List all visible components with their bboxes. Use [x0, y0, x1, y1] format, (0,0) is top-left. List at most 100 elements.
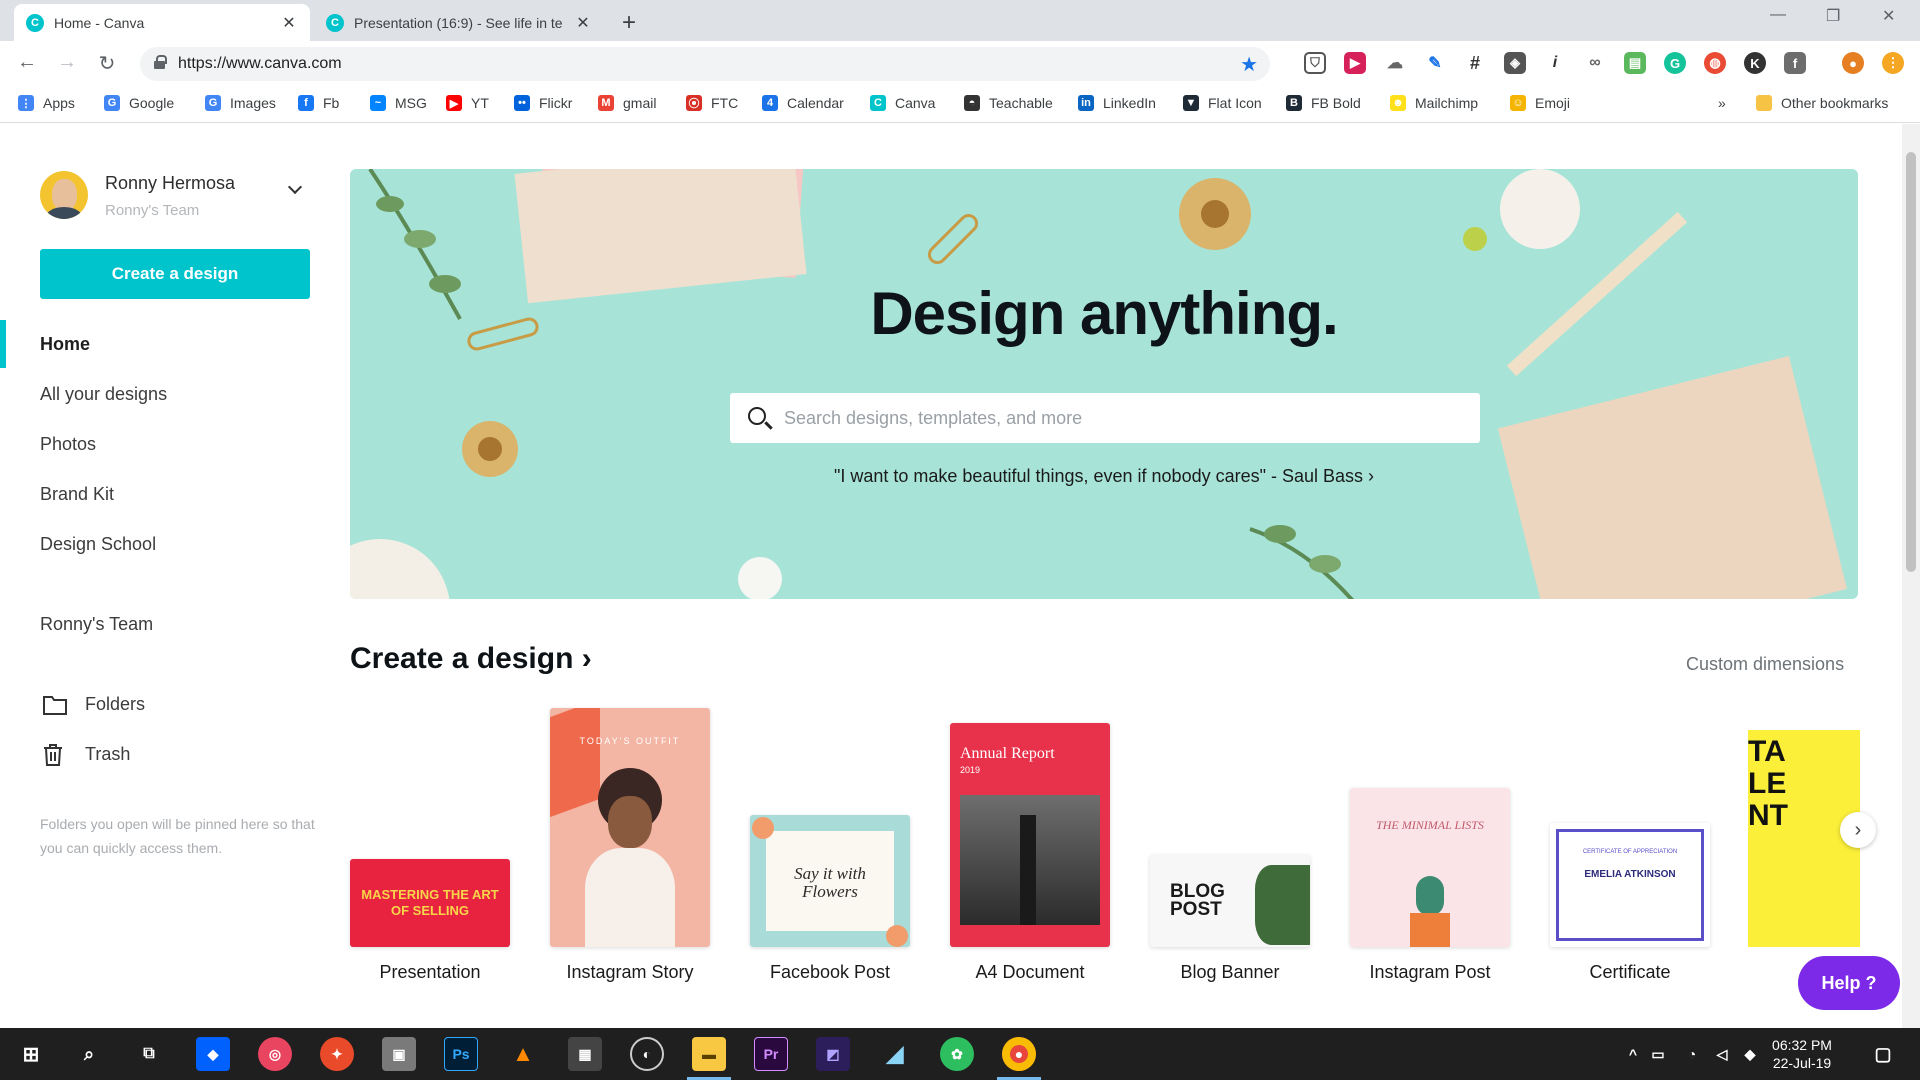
pocket-icon[interactable]: ⛉ [1304, 52, 1326, 74]
bookmark-google[interactable]: G Google [104, 95, 174, 111]
chevron-down-icon[interactable] [287, 179, 303, 195]
avatar[interactable] [40, 171, 88, 219]
evernote-icon[interactable]: ✿ [940, 1037, 974, 1071]
bookmark-ftc[interactable]: ⦿ FTC [686, 95, 738, 111]
trash-icon [44, 744, 62, 766]
back-icon[interactable]: ← [14, 51, 40, 74]
file-explorer-icon[interactable]: ▬ [692, 1037, 726, 1071]
eyedropper-icon[interactable]: ✎ [1424, 52, 1446, 74]
maximize-icon[interactable]: ❐ [1826, 6, 1840, 26]
extension-icon[interactable]: ▶ [1344, 52, 1366, 74]
app-icon[interactable]: ✦ [320, 1037, 354, 1071]
bookmark-fb[interactable]: f Fb [298, 95, 339, 111]
minimize-icon[interactable]: — [1770, 6, 1786, 24]
bookmark-images[interactable]: G Images [205, 95, 276, 111]
notifications-icon[interactable]: ▢ [1866, 1037, 1900, 1071]
facebook-post-thumbnail: Say it with Flowers [750, 815, 910, 947]
folders-hint: Folders you open will be pinned here so … [40, 816, 315, 856]
bookmark-apps[interactable]: ⋮ Apps [18, 95, 75, 111]
scrollbar-thumb[interactable] [1906, 152, 1916, 572]
sidebar-item-home[interactable]: Home [40, 334, 90, 355]
bookmark-msg[interactable]: ~ MSG [370, 95, 427, 111]
color-wheel-icon[interactable]: ◍ [1704, 52, 1726, 74]
menu-dots-icon[interactable]: ⋮ [1882, 52, 1904, 74]
obs-icon[interactable]: ◐ [630, 1037, 664, 1071]
taskbar-clock[interactable]: 06:32 PM 22-Jul-19 [1762, 1036, 1842, 1072]
app-icon[interactable]: ▣ [382, 1037, 416, 1071]
inbox-icon[interactable]: ▤ [1624, 52, 1646, 74]
window-close-icon[interactable]: ✕ [1882, 6, 1895, 26]
link-icon[interactable]: ∞ [1584, 52, 1606, 74]
bookmark-flickr[interactable]: •• Flickr [514, 95, 572, 111]
page-scrollbar[interactable] [1902, 124, 1920, 1028]
custom-dimensions-link[interactable]: Custom dimensions [1686, 654, 1844, 675]
windows-taskbar: ⊞ ⌕ ⧉ ◆ ◎ ✦ ▣ Ps ▲ ▦ ◐ ▬ Pr ◩ ◢ ✿ ● ^ ▭ … [0, 1028, 1920, 1080]
app-icon[interactable]: ◢ [878, 1037, 912, 1071]
facebook-ext-icon[interactable]: f [1784, 52, 1806, 74]
dropbox-icon[interactable]: ◆ [196, 1037, 230, 1071]
search-input[interactable] [784, 393, 1464, 443]
battery-icon[interactable]: ▭ [1646, 1037, 1670, 1071]
profile-avatar-icon[interactable]: ● [1842, 52, 1864, 74]
volume-icon[interactable]: ◁ [1710, 1037, 1734, 1071]
bookmark-flat-icon[interactable]: ▼ Flat Icon [1183, 95, 1262, 111]
hashtag-icon[interactable]: # [1464, 52, 1486, 74]
teachable-icon: ◓ [964, 95, 980, 111]
sidebar-item-folders[interactable]: Folders [85, 694, 145, 715]
address-bar[interactable]: https://www.canva.com ★ [140, 47, 1270, 81]
sidebar-item-team[interactable]: Ronny's Team [40, 614, 153, 635]
more-bookmarks-button[interactable]: » [1718, 95, 1726, 111]
bookmark-emoji[interactable]: ☺ Emoji [1510, 95, 1570, 111]
premiere-icon[interactable]: Pr [754, 1037, 788, 1071]
wifi-icon[interactable]: ◔ [1680, 1037, 1704, 1071]
forward-icon[interactable]: → [54, 51, 80, 74]
bookmark-teachable[interactable]: ◓ Teachable [964, 95, 1053, 111]
bookmark-gmail[interactable]: Mgmail [598, 95, 656, 111]
new-tab-button[interactable]: + [622, 9, 636, 37]
create-design-heading[interactable]: Create a design › [350, 642, 592, 676]
create-design-button[interactable]: Create a design [40, 249, 310, 299]
info-icon[interactable]: i [1544, 52, 1566, 74]
sidebar-item-photos[interactable]: Photos [40, 434, 96, 455]
app-icon[interactable]: ◎ [258, 1037, 292, 1071]
tab-home-canva[interactable]: C Home - Canva ✕ [14, 4, 310, 41]
task-view-icon[interactable]: ⧉ [132, 1037, 166, 1071]
cloud-icon[interactable]: ☁ [1384, 52, 1406, 74]
user-name[interactable]: Ronny Hermosa [105, 173, 235, 194]
windows-start-icon[interactable]: ⊞ [14, 1037, 48, 1071]
search-icon[interactable]: ⌕ [72, 1037, 106, 1071]
sidebar-item-design-school[interactable]: Design School [40, 534, 156, 555]
bookmark-canva[interactable]: C Canva [870, 95, 935, 111]
bookmark-fb-bold[interactable]: B FB Bold [1286, 95, 1361, 111]
other-bookmarks-folder[interactable]: Other bookmarks [1756, 95, 1888, 111]
hero-search-box[interactable] [730, 393, 1480, 443]
hero-quote-link[interactable]: "I want to make beautiful things, even i… [350, 466, 1858, 487]
dropbox-tray-icon[interactable]: ◆ [1740, 1037, 1760, 1071]
app-icon[interactable]: ◩ [816, 1037, 850, 1071]
grammarly-icon[interactable]: G [1664, 52, 1686, 74]
sidebar-item-brand-kit[interactable]: Brand Kit [40, 484, 114, 505]
close-icon[interactable]: ✕ [280, 13, 298, 33]
vlc-icon[interactable]: ▲ [506, 1037, 540, 1071]
k-extension-icon[interactable]: K [1744, 52, 1766, 74]
bookmark-yt[interactable]: ▶ YT [446, 95, 489, 111]
blog-banner-thumbnail: BLOG POST [1150, 855, 1310, 947]
reload-icon[interactable]: ↻ [94, 51, 120, 76]
bookmark-label: Flickr [539, 95, 573, 111]
bookmark-star-icon[interactable]: ★ [1240, 52, 1258, 77]
calculator-icon[interactable]: ▦ [568, 1037, 602, 1071]
carousel-next-button[interactable]: › [1840, 812, 1876, 848]
shield-icon[interactable]: ◈ [1504, 52, 1526, 74]
sidebar-item-trash[interactable]: Trash [85, 744, 130, 765]
tab-presentation[interactable]: C Presentation (16:9) - See life in te ✕ [314, 4, 604, 41]
bookmark-mailchimp[interactable]: ☻ Mailchimp [1390, 95, 1478, 111]
tray-chevron-up-icon[interactable]: ^ [1616, 1037, 1650, 1071]
sidebar-item-all-designs[interactable]: All your designs [40, 384, 167, 405]
help-button[interactable]: Help ? [1798, 956, 1900, 1010]
bookmark-linkedin[interactable]: in LinkedIn [1078, 95, 1156, 111]
photoshop-icon[interactable]: Ps [444, 1037, 478, 1071]
chrome-icon[interactable]: ● [1002, 1037, 1036, 1071]
close-icon[interactable]: ✕ [574, 13, 592, 33]
bookmark-calendar[interactable]: 4 Calendar [762, 95, 844, 111]
canva-icon: C [326, 13, 344, 32]
